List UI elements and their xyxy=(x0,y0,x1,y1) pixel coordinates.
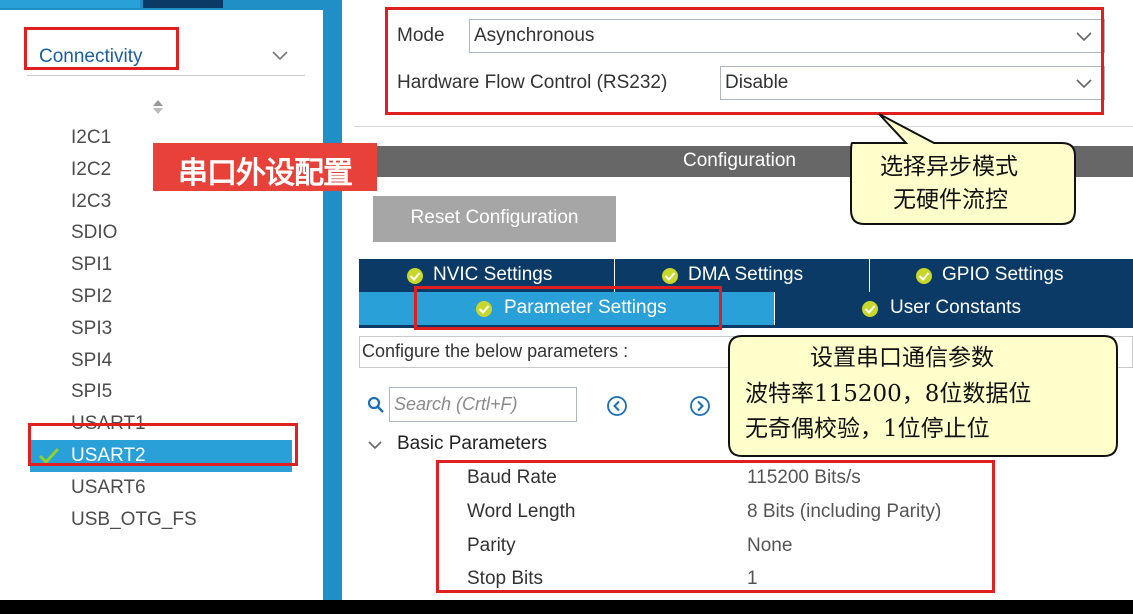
panel-splitter[interactable] xyxy=(323,10,337,606)
param-note-line-2: 波特率115200，8位数据位 xyxy=(745,381,1032,407)
bottom-edge xyxy=(0,600,1133,614)
peripheral-label: I2C3 xyxy=(71,190,112,212)
stm32cubemx-window: Connectivity I2C1 I2C2 I2C3 SDIO SPI1 SPI2 SPI… xyxy=(0,0,1133,614)
peripheral-item[interactable]: USART6 xyxy=(30,472,292,504)
ok-circle-icon xyxy=(862,301,878,317)
peripheral-label: I2C2 xyxy=(71,158,112,180)
ok-circle-icon xyxy=(662,268,678,284)
highlight-parameters xyxy=(436,460,995,593)
peripheral-label: SDIO xyxy=(71,222,118,244)
highlight-usart2 xyxy=(28,423,298,466)
peripheral-item[interactable]: SPI3 xyxy=(30,313,292,345)
search-icon xyxy=(367,396,384,413)
tab-gpio-settings[interactable]: GPIO Settings xyxy=(870,259,1133,292)
sort-icon[interactable] xyxy=(151,98,165,116)
nav-prev-icon[interactable] xyxy=(605,394,629,418)
ok-circle-icon xyxy=(916,268,932,284)
highlight-category xyxy=(24,27,179,70)
tab-label: User Constants xyxy=(890,297,1021,318)
reset-configuration-label: Reset Configuration xyxy=(410,207,579,228)
param-note-line-3: 无奇偶校验，1位停止位 xyxy=(745,416,990,442)
peripheral-label: SPI1 xyxy=(71,254,113,276)
chevron-down-icon xyxy=(272,51,288,61)
tab-label: DMA Settings xyxy=(688,264,804,285)
peripheral-item[interactable]: SDIO xyxy=(30,217,292,249)
ok-circle-icon xyxy=(407,268,423,284)
expand-chevron-icon[interactable] xyxy=(367,437,383,453)
basic-parameters-group[interactable]: Basic Parameters xyxy=(397,433,547,455)
highlight-mode-section xyxy=(385,7,1104,115)
tab-label: NVIC Settings xyxy=(433,264,553,285)
configure-hint-text: Configure the below parameters : xyxy=(362,341,629,361)
peripheral-item[interactable]: SPI1 xyxy=(30,249,292,281)
configure-hint: Configure the below parameters : xyxy=(359,336,1133,368)
peripheral-label: SPI2 xyxy=(71,285,113,307)
peripheral-item[interactable]: SPI2 xyxy=(30,281,292,313)
param-note-line-1: 设置串口通信参数 xyxy=(810,345,994,371)
tab-user-constants[interactable]: User Constants xyxy=(775,292,1133,325)
top-tab-strip-left[interactable] xyxy=(0,0,140,8)
peripheral-item[interactable]: SPI5 xyxy=(30,376,292,408)
reset-configuration-button[interactable]: Reset Configuration xyxy=(373,196,616,242)
peripheral-label: USB_OTG_FS xyxy=(71,508,197,530)
peripheral-label: SPI5 xyxy=(71,381,113,403)
peripheral-config-tag-text: 串口外设配置 xyxy=(178,156,353,191)
tab-label: GPIO Settings xyxy=(942,264,1064,285)
top-tab-strip-right[interactable] xyxy=(143,0,223,8)
peripheral-label: USART6 xyxy=(71,476,146,498)
nav-next-icon[interactable] xyxy=(688,394,712,418)
highlight-parameter-tab xyxy=(414,286,722,330)
peripheral-config-tag: 串口外设配置 xyxy=(153,143,377,191)
peripheral-item[interactable]: SPI4 xyxy=(30,345,292,377)
peripheral-label: I2C1 xyxy=(71,127,112,148)
peripheral-label: SPI3 xyxy=(71,317,113,339)
categories-panel: Connectivity I2C1 I2C2 I2C3 SDIO SPI1 SPI2 SPI… xyxy=(0,10,323,606)
mode-note-line-2: 无硬件流控 xyxy=(893,187,1008,213)
search-input[interactable] xyxy=(389,387,577,422)
peripheral-item[interactable]: USB_OTG_FS xyxy=(30,504,292,536)
peripheral-label: SPI4 xyxy=(71,349,113,371)
mode-note-line-1: 选择异步模式 xyxy=(880,154,1018,180)
